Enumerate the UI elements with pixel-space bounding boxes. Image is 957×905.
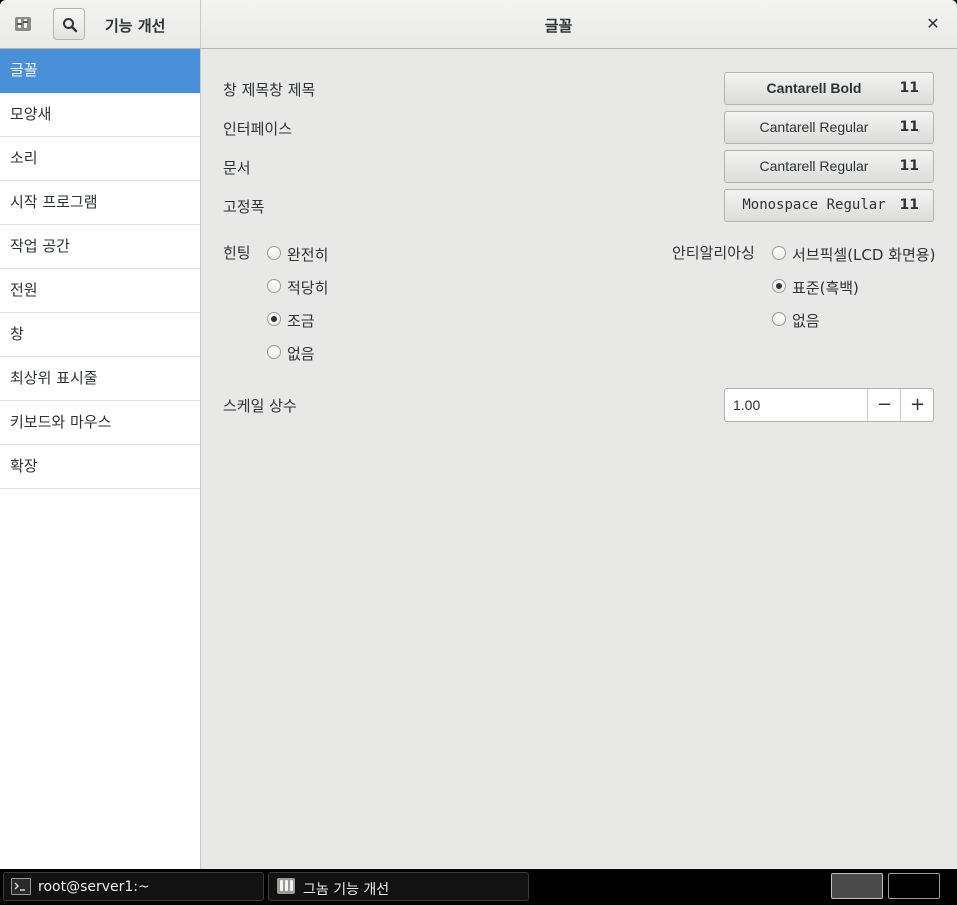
task-tweaks[interactable]: 그놈 기능 개선: [268, 872, 529, 901]
hinting-medium-radio[interactable]: [267, 279, 281, 293]
sidebar-item-startup-apps[interactable]: 시작 프로그램: [0, 181, 200, 225]
antialiasing-label: 안티알리아싱: [672, 244, 755, 262]
font-size: 11: [899, 158, 919, 174]
header-bar: 기능 개선 글꼴 ✕: [0, 0, 957, 49]
task-terminal[interactable]: root@server1:~: [3, 872, 264, 901]
aa-standard-label[interactable]: 표준(흑백): [792, 277, 859, 298]
interface-font-label: 인터페이스: [223, 120, 293, 138]
aa-standard-radio[interactable]: [772, 279, 786, 293]
font-name: Cantarell Regular: [759, 158, 869, 174]
hinting-full-label[interactable]: 완전히: [287, 244, 328, 265]
hinting-none-label[interactable]: 없음: [287, 343, 315, 364]
task-label: root@server1:~: [38, 879, 150, 895]
scale-factor-spinbutton[interactable]: 1.00 − +: [724, 388, 934, 422]
sidebar-item-top-bar[interactable]: 최상위 표시줄: [0, 357, 200, 401]
sidebar-item-sound[interactable]: 소리: [0, 137, 200, 181]
hinting-full-radio[interactable]: [267, 246, 281, 260]
hinting-slight-radio[interactable]: [267, 312, 281, 326]
hinting-none-radio[interactable]: [267, 345, 281, 359]
search-icon: [63, 18, 78, 33]
hinting-label: 힌팅: [223, 244, 251, 262]
aa-subpixel-radio[interactable]: [772, 246, 786, 260]
scale-factor-input[interactable]: 1.00: [733, 397, 760, 413]
window-title-font-label: 창 제목창 제목: [223, 81, 316, 99]
terminal-icon: [11, 878, 31, 895]
taskbar: root@server1:~ 그놈 기능 개선: [0, 869, 957, 905]
increment-button[interactable]: +: [900, 389, 934, 421]
sidebar-item-power[interactable]: 전원: [0, 269, 200, 313]
sidebar-item-workspaces[interactable]: 작업 공간: [0, 225, 200, 269]
close-button[interactable]: ✕: [923, 14, 943, 34]
font-size: 11: [899, 197, 919, 213]
aa-none-radio[interactable]: [772, 312, 786, 326]
hinting-medium-label[interactable]: 적당히: [287, 277, 328, 298]
hinting-slight-label[interactable]: 조금: [287, 310, 315, 331]
tweaks-window: 기능 개선 글꼴 ✕ 글꼴 모양새 소리 시작 프로그램 작업 공간 전원 창 …: [0, 0, 957, 869]
workspace-2[interactable]: [888, 873, 940, 899]
app-title: 기능 개선: [105, 17, 166, 35]
aa-none-label[interactable]: 없음: [792, 310, 820, 331]
document-font-button[interactable]: Cantarell Regular 11: [724, 150, 934, 183]
fonts-panel: 창 제목창 제목 Cantarell Bold 11 인터페이스 Cantare…: [201, 49, 957, 869]
scale-factor-label: 스케일 상수: [223, 397, 297, 415]
decrement-button[interactable]: −: [867, 389, 901, 421]
sidebar-item-fonts[interactable]: 글꼴: [0, 49, 200, 93]
monospace-font-label: 고정폭: [223, 198, 265, 216]
workspace-1[interactable]: [831, 873, 883, 899]
tweaks-app-icon: [12, 14, 34, 34]
sidebar-item-windows[interactable]: 창: [0, 313, 200, 357]
font-name: Monospace Regular: [742, 197, 886, 213]
search-button[interactable]: [53, 8, 85, 40]
font-size: 11: [899, 80, 919, 96]
font-name: Cantarell Regular: [759, 119, 869, 135]
font-name: Cantarell Bold: [766, 80, 862, 96]
document-font-label: 문서: [223, 159, 251, 177]
font-size: 11: [899, 119, 919, 135]
sidebar-item-keyboard-mouse[interactable]: 키보드와 마우스: [0, 401, 200, 445]
aa-subpixel-label[interactable]: 서브픽셀(LCD 화면용): [792, 244, 935, 265]
monospace-font-button[interactable]: Monospace Regular 11: [724, 189, 934, 222]
header-left-pane: 기능 개선: [0, 0, 201, 48]
tweaks-app-icon: [277, 878, 295, 894]
sidebar-item-extensions[interactable]: 확장: [0, 445, 200, 489]
sidebar: 글꼴 모양새 소리 시작 프로그램 작업 공간 전원 창 최상위 표시줄 키보드…: [0, 49, 201, 869]
page-title: 글꼴: [544, 17, 573, 35]
window-title-font-button[interactable]: Cantarell Bold 11: [724, 72, 934, 105]
sidebar-item-appearance[interactable]: 모양새: [0, 93, 200, 137]
task-label: 그놈 기능 개선: [303, 882, 390, 898]
interface-font-button[interactable]: Cantarell Regular 11: [724, 111, 934, 144]
